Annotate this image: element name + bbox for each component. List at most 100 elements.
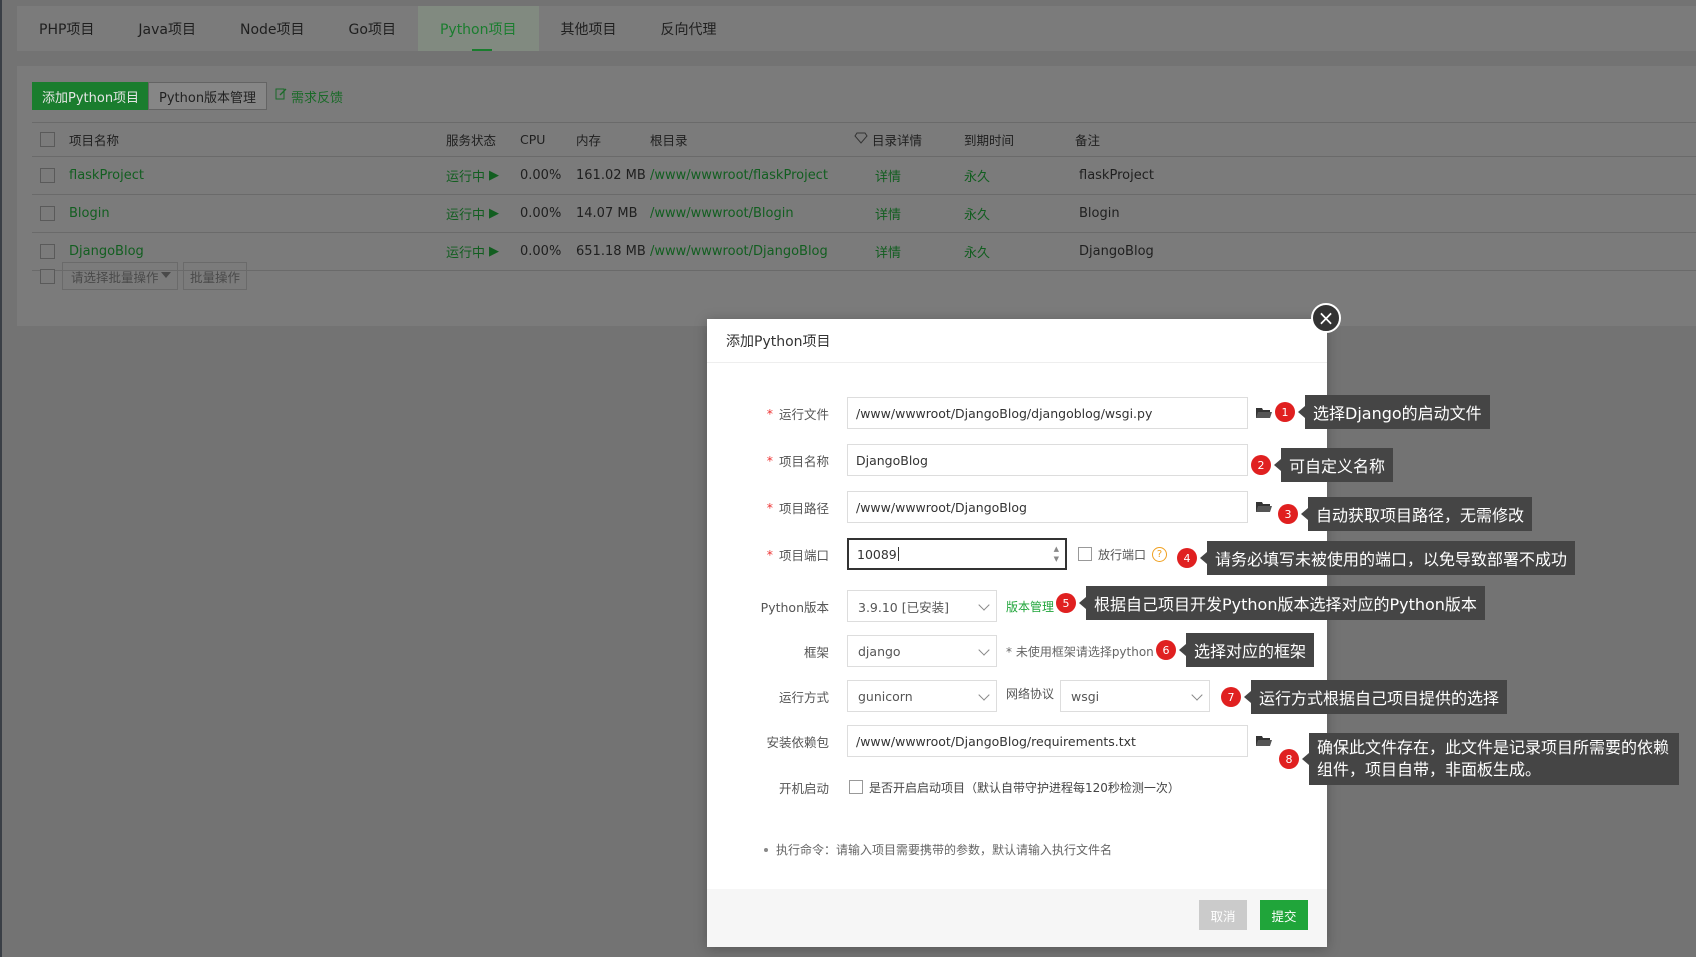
- select-all-checkbox[interactable]: [40, 123, 55, 156]
- annotation-text: 运行方式根据自己项目提供的选择: [1251, 680, 1508, 714]
- project-name-link[interactable]: Blogin: [69, 195, 110, 232]
- root-path-link[interactable]: /www/wwwroot/DjangoBlog: [650, 233, 828, 270]
- autostart-option[interactable]: 是否开启启动项目（默认自带守护进程每120秒检测一次）: [849, 771, 1180, 803]
- caret-down-icon: [161, 272, 171, 278]
- tab-other[interactable]: 其他项目: [539, 6, 639, 51]
- project-path-input[interactable]: /www/wwwroot/DjangoBlog: [847, 491, 1248, 523]
- col-detail: 目录详情: [854, 123, 922, 156]
- close-icon[interactable]: ×: [1311, 303, 1341, 333]
- add-python-project-button[interactable]: 添加Python项目: [32, 82, 150, 110]
- cpu-value: 0.00%: [520, 168, 562, 183]
- remark-value[interactable]: Blogin: [1079, 195, 1120, 232]
- annotation-badge: 6: [1156, 640, 1176, 660]
- annotation-pointer: [1298, 406, 1305, 418]
- autostart-text: 是否开启启动项目（默认自带守护进程每120秒检测一次）: [869, 780, 1180, 795]
- project-port-input[interactable]: 10089 ▲ ▼: [847, 538, 1067, 570]
- annotation-badge: 7: [1221, 687, 1241, 707]
- annotation-badge: 4: [1177, 548, 1197, 568]
- expire-value[interactable]: 永久: [964, 157, 990, 194]
- feedback-link[interactable]: 需求反馈: [275, 82, 343, 110]
- cpu-value: 0.00%: [520, 206, 562, 221]
- batch-operation-select[interactable]: 请选择批量操作: [62, 262, 178, 290]
- root-path-link[interactable]: /www/wwwroot/Blogin: [650, 195, 794, 232]
- project-list-panel: 添加Python项目 Python版本管理 需求反馈 项目名称 服务状态 CPU…: [17, 66, 1696, 326]
- table-row: flaskProject 运行中 ▶ 0.00% 161.02 MB /www/…: [32, 157, 1696, 195]
- framework-value: django: [858, 643, 901, 659]
- run-mode-select[interactable]: gunicorn: [847, 680, 997, 712]
- detail-link[interactable]: 详情: [875, 233, 901, 270]
- open-port-checkbox[interactable]: [1078, 547, 1092, 561]
- annotation-2: 2 可自定义名称: [1251, 448, 1394, 482]
- tab-node[interactable]: Node项目: [218, 6, 327, 51]
- tab-java[interactable]: Java项目: [116, 6, 218, 51]
- row-checkbox[interactable]: [40, 157, 55, 194]
- remark-value[interactable]: DjangoBlog: [1079, 233, 1154, 270]
- status-running[interactable]: 运行中 ▶: [446, 195, 499, 232]
- folder-icon[interactable]: [1256, 735, 1272, 747]
- batch-select-all-checkbox[interactable]: [40, 269, 55, 284]
- folder-icon[interactable]: [1256, 407, 1272, 419]
- run-file-input[interactable]: /www/wwwroot/DjangoBlog/djangoblog/wsgi.…: [847, 397, 1248, 429]
- detail-link[interactable]: 详情: [875, 195, 901, 232]
- tab-reverse-proxy[interactable]: 反向代理: [639, 6, 739, 51]
- open-port-option[interactable]: 放行端口 ?: [1078, 538, 1168, 570]
- project-port-label: * 项目端口: [766, 546, 829, 563]
- expire-value[interactable]: 永久: [964, 195, 990, 232]
- run-mode-label: 运行方式: [778, 689, 829, 705]
- autostart-checkbox[interactable]: [849, 780, 863, 794]
- annotation-3: 3 自动获取项目路径，无需修改: [1278, 497, 1533, 531]
- protocol-value: wsgi: [1071, 688, 1100, 704]
- version-manage-link[interactable]: 版本管理: [1006, 590, 1054, 622]
- chevron-down-icon: [978, 599, 990, 611]
- tab-python[interactable]: Python项目: [417, 6, 539, 51]
- deps-input[interactable]: /www/wwwroot/DjangoBlog/requirements.txt: [847, 725, 1248, 757]
- run-mode-value: gunicorn: [858, 688, 913, 704]
- memory-value: 14.07 MB: [576, 206, 638, 221]
- tab-go[interactable]: Go项目: [327, 6, 418, 51]
- remark-value[interactable]: flaskProject: [1079, 157, 1154, 194]
- root-path-link[interactable]: /www/wwwroot/flaskProject: [650, 157, 828, 194]
- project-name-link[interactable]: flaskProject: [69, 157, 144, 194]
- annotation-pointer: [1200, 552, 1207, 564]
- submit-button[interactable]: 提交: [1260, 900, 1308, 930]
- tab-php[interactable]: PHP项目: [17, 6, 116, 51]
- status-running[interactable]: 运行中 ▶: [446, 157, 499, 194]
- batch-operation-button[interactable]: 批量操作: [183, 262, 247, 290]
- play-icon: ▶: [489, 168, 500, 183]
- status-label: 运行中: [446, 246, 486, 261]
- col-root: 根目录: [650, 133, 688, 148]
- status-label: 运行中: [446, 170, 486, 185]
- help-icon[interactable]: ?: [1152, 546, 1168, 562]
- text-caret: [897, 547, 899, 561]
- cancel-button[interactable]: 取消: [1199, 900, 1247, 930]
- row-checkbox[interactable]: [40, 195, 55, 232]
- port-stepper[interactable]: ▲ ▼: [1054, 544, 1059, 564]
- annotation-7: 7 运行方式根据自己项目提供的选择: [1221, 680, 1508, 714]
- annotation-badge: 1: [1275, 402, 1295, 422]
- folder-icon[interactable]: [1256, 501, 1272, 513]
- dialog-footer: 取消 提交: [707, 889, 1327, 947]
- protocol-select[interactable]: wsgi: [1060, 680, 1210, 712]
- table-row: Blogin 运行中 ▶ 0.00% 14.07 MB /www/wwwroot…: [32, 195, 1696, 233]
- project-name-input[interactable]: DjangoBlog: [847, 444, 1248, 476]
- project-path-label-text: 项目路径: [778, 500, 829, 516]
- python-version-manage-button[interactable]: Python版本管理: [148, 82, 268, 110]
- annotation-text: 自动获取项目路径，无需修改: [1308, 497, 1533, 531]
- expire-value[interactable]: 永久: [964, 233, 990, 270]
- python-version-value: 3.9.10 [已安装]: [858, 599, 949, 615]
- framework-select[interactable]: django: [847, 635, 997, 667]
- project-name-label-text: 项目名称: [778, 453, 829, 469]
- annotation-text: 请务必填写未被使用的端口，以免导致部署不成功: [1207, 541, 1576, 575]
- annotation-pointer: [1079, 597, 1086, 609]
- project-port-label-text: 项目端口: [778, 547, 829, 563]
- protocol-label: 网络协议: [1006, 686, 1055, 701]
- status-label: 运行中: [446, 208, 486, 223]
- framework-label: 框架: [803, 644, 829, 660]
- col-name: 项目名称: [69, 133, 120, 148]
- annotation-badge: 3: [1278, 504, 1298, 524]
- annotation-text: 选择Django的启动文件: [1305, 395, 1490, 429]
- col-remark: 备注: [1075, 133, 1101, 148]
- python-version-select[interactable]: 3.9.10 [已安装]: [847, 590, 997, 622]
- table-header: 项目名称 服务状态 CPU 内存 根目录 目录详情 到期时间 备注: [32, 123, 1696, 157]
- detail-link[interactable]: 详情: [875, 157, 901, 194]
